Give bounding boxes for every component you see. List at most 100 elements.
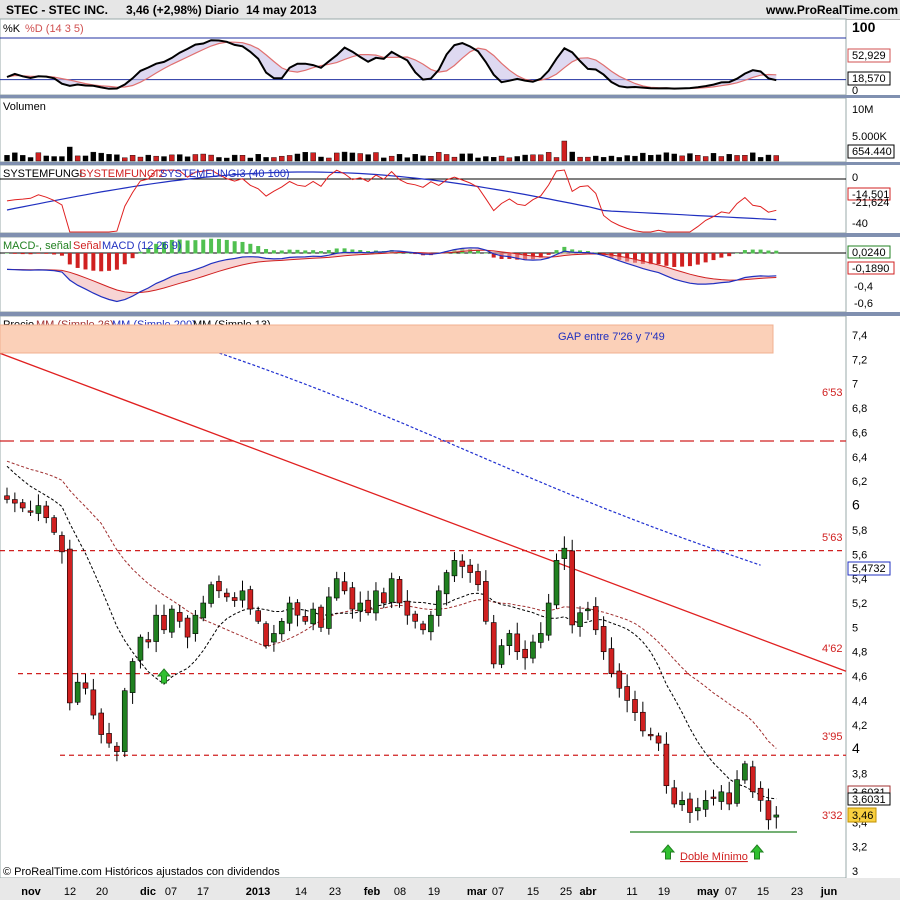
candle-body bbox=[640, 711, 646, 732]
x-tick-label: 19 bbox=[428, 886, 440, 898]
macd-histogram-bar bbox=[83, 253, 88, 270]
candle-body bbox=[663, 743, 670, 787]
support-label-563: 5'63 bbox=[822, 532, 842, 544]
macd-histogram-bar bbox=[554, 250, 559, 254]
y-tick-label: 6 bbox=[852, 497, 860, 513]
volume-bar bbox=[530, 154, 536, 162]
candle-body bbox=[255, 610, 261, 622]
candle-body bbox=[90, 689, 97, 716]
volume-bar bbox=[475, 157, 481, 162]
volume-bar bbox=[82, 155, 89, 162]
candle-body bbox=[74, 681, 81, 703]
stoch-title-d: %D (14 3 5) bbox=[25, 23, 84, 35]
x-tick-label: mar bbox=[467, 886, 488, 898]
candle-body bbox=[137, 636, 144, 661]
volume-bar bbox=[349, 152, 356, 162]
volume-bar bbox=[538, 154, 544, 162]
candle-body bbox=[114, 745, 120, 752]
candle-body bbox=[702, 800, 709, 810]
candle-body bbox=[43, 505, 50, 519]
volume-bar bbox=[750, 152, 756, 162]
candle-body bbox=[569, 550, 576, 626]
last-ma200: 5,4732 bbox=[852, 563, 886, 575]
volume-bar bbox=[593, 155, 599, 162]
last-ma13: 3,6031 bbox=[852, 794, 886, 806]
candle-body bbox=[734, 779, 740, 804]
volume-bar bbox=[231, 154, 238, 162]
macd-histogram-bar bbox=[122, 253, 127, 265]
candle-body bbox=[129, 661, 136, 693]
stoch-level-0: 0 bbox=[852, 85, 858, 97]
volume-bar bbox=[12, 152, 18, 162]
vol-level-10m: 10M bbox=[852, 104, 873, 116]
macd-histogram-bar bbox=[138, 251, 143, 254]
macd-histogram-bar bbox=[5, 253, 9, 254]
support-label-462: 4'62 bbox=[822, 643, 842, 655]
macd-histogram-bar bbox=[193, 240, 198, 254]
sf-title-2: SYSTEMFUNGI2 bbox=[79, 168, 165, 180]
macd-level-04: -0,4 bbox=[854, 281, 873, 293]
candle-body bbox=[286, 602, 293, 624]
macd-title-2: Señal bbox=[73, 240, 101, 252]
volume-bar bbox=[67, 146, 73, 162]
volume-bar bbox=[702, 156, 709, 162]
macd-histogram-bar bbox=[295, 249, 300, 254]
candle-body bbox=[647, 734, 654, 737]
macd-histogram-bar bbox=[758, 249, 763, 254]
stock-chart: 7,47,276,86,66,46,265,85,65,45,254,84,64… bbox=[0, 18, 900, 900]
x-tick-label: 19 bbox=[658, 886, 670, 898]
candle-body bbox=[145, 639, 152, 643]
x-tick-label: 25 bbox=[560, 886, 572, 898]
double-bottom-label: Doble Mínimo bbox=[680, 851, 748, 863]
macd-title-3: MACD (12 26 9) bbox=[102, 240, 181, 252]
macd-histogram-bar bbox=[546, 253, 551, 255]
volume-bar bbox=[271, 157, 277, 162]
volume-bar bbox=[388, 155, 395, 162]
candle-body bbox=[169, 608, 175, 633]
macd-histogram-bar bbox=[114, 253, 119, 270]
volume-title: Volumen bbox=[3, 101, 46, 113]
support-label-332: 3'32 bbox=[822, 810, 842, 822]
candle-body bbox=[537, 633, 544, 643]
candle-body bbox=[216, 581, 222, 592]
y-tick-label: 6,4 bbox=[852, 452, 867, 464]
candle-body bbox=[498, 645, 505, 665]
volume-bar bbox=[51, 156, 57, 162]
y-tick-label: 4,8 bbox=[852, 647, 867, 659]
candle-body bbox=[365, 599, 371, 614]
volume-bar bbox=[279, 155, 285, 162]
y-tick-label: 7,2 bbox=[852, 354, 867, 366]
candle-body bbox=[624, 686, 630, 701]
sf-title-1: SYSTEMFUNGI bbox=[3, 168, 82, 180]
candle-body bbox=[483, 581, 489, 622]
volume-bar bbox=[302, 152, 308, 162]
volume-bar bbox=[396, 154, 403, 162]
volume-bar bbox=[569, 151, 575, 162]
macd-histogram-bar bbox=[656, 253, 661, 265]
macd-histogram-bar bbox=[224, 239, 229, 254]
candle-body bbox=[263, 623, 269, 646]
x-tick-label: 11 bbox=[626, 886, 637, 898]
volume-bar bbox=[255, 154, 261, 162]
candle-body bbox=[679, 800, 685, 806]
volume-bar bbox=[74, 155, 81, 162]
volume-bar bbox=[428, 156, 434, 162]
volume-bar bbox=[98, 152, 104, 162]
candle-body bbox=[67, 548, 73, 704]
macd-histogram-bar bbox=[279, 250, 284, 254]
macd-title-1: MACD-, señal bbox=[3, 240, 71, 252]
candle-body bbox=[19, 502, 26, 509]
macd-histogram-bar bbox=[248, 243, 253, 254]
volume-bar bbox=[216, 157, 222, 162]
y-tick-label: 4 bbox=[852, 740, 860, 756]
candle-body bbox=[530, 641, 536, 659]
support-label-653: 6'53 bbox=[822, 387, 842, 399]
volume-bar bbox=[247, 157, 254, 162]
candle-body bbox=[247, 589, 254, 610]
volume-bar bbox=[451, 156, 458, 162]
volume-bar bbox=[365, 154, 371, 162]
x-tick-label: nov bbox=[21, 886, 41, 898]
y-tick-label: 4,6 bbox=[852, 671, 867, 683]
candle-body bbox=[388, 578, 395, 603]
candle-body bbox=[592, 606, 599, 631]
